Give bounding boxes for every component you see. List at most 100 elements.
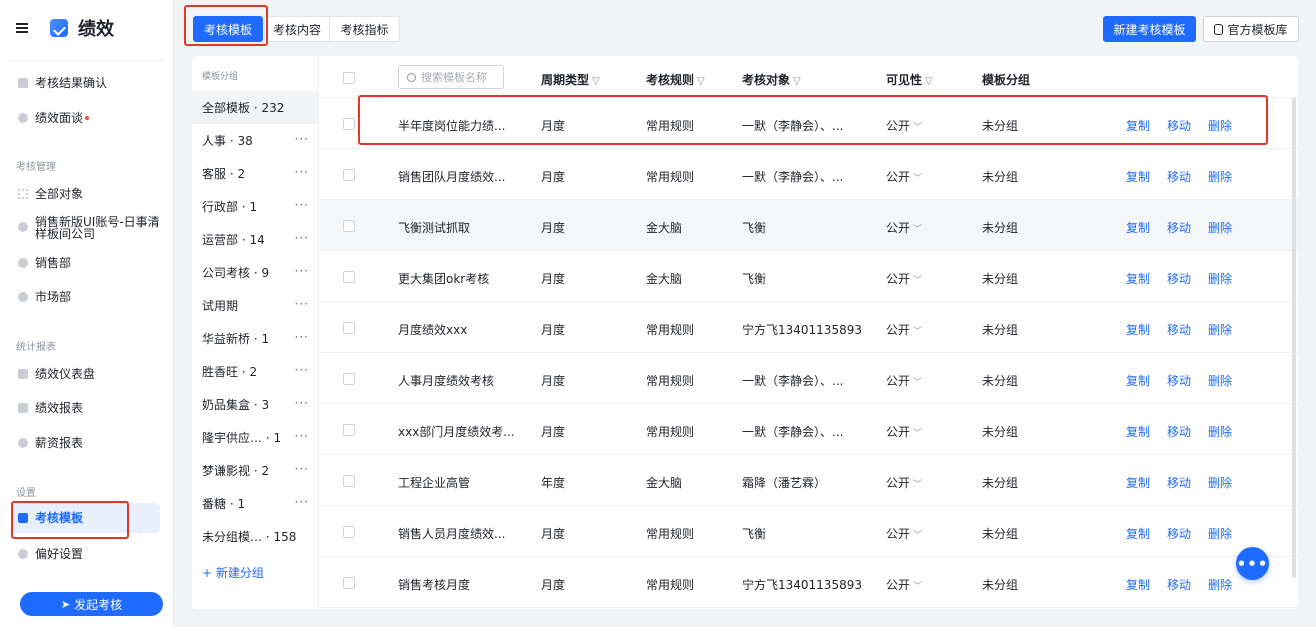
move-button[interactable]: 移动 <box>1167 168 1191 185</box>
row-checkbox[interactable] <box>343 526 355 538</box>
tab-templates[interactable]: 考核模板 <box>193 16 263 42</box>
table-row[interactable]: 月度绩效xxx 月度 常用规则 宁方飞13401135893 公开 ﹀ 未分组 复制 移动 删除 <box>320 302 1298 353</box>
column-header-target[interactable]: 考核对象 ▽ <box>742 71 801 88</box>
more-icon[interactable]: ··· <box>295 132 309 146</box>
filter-icon[interactable]: ▽ <box>925 76 933 87</box>
table-row[interactable]: 销售考核月度 月度 常用规则 宁方飞13401135893 公开 ﹀ 未分组 复制 移动 删除 <box>320 557 1298 608</box>
filter-icon[interactable]: ▽ <box>592 76 600 87</box>
sidebar-item-sales-dept[interactable]: 销售部 <box>0 248 174 278</box>
cell-visibility[interactable]: 公开 ﹀ <box>886 270 922 287</box>
more-icon[interactable]: ··· <box>295 165 309 179</box>
copy-button[interactable]: 复制 <box>1126 525 1150 542</box>
row-checkbox[interactable] <box>343 271 355 283</box>
delete-button[interactable]: 删除 <box>1208 168 1232 185</box>
group-item[interactable]: 隆宇供应… · 1 ··· <box>192 421 319 454</box>
group-item[interactable]: 全部模板 · 232 <box>192 91 319 124</box>
filter-icon[interactable]: ▽ <box>793 76 801 87</box>
launch-review-button[interactable]: ➤ 发起考核 <box>20 592 163 616</box>
more-icon[interactable]: ··· <box>295 429 309 443</box>
row-checkbox[interactable] <box>343 220 355 232</box>
more-icon[interactable]: ··· <box>295 363 309 377</box>
cell-visibility[interactable]: 公开 ﹀ <box>886 474 922 491</box>
copy-button[interactable]: 复制 <box>1126 270 1150 287</box>
sidebar-item-marketing[interactable]: 市场部 <box>0 282 174 312</box>
delete-button[interactable]: 删除 <box>1208 321 1232 338</box>
move-button[interactable]: 移动 <box>1167 117 1191 134</box>
cell-visibility[interactable]: 公开 ﹀ <box>886 219 922 236</box>
more-icon[interactable]: ··· <box>295 396 309 410</box>
row-checkbox[interactable] <box>343 322 355 334</box>
delete-button[interactable]: 删除 <box>1208 474 1232 491</box>
group-item[interactable]: 客服 · 2 ··· <box>192 157 319 190</box>
sidebar-item-sales-ui-account[interactable]: 销售新版UI账号-日事清 样板间公司 <box>0 213 174 245</box>
sidebar-item-dashboard[interactable]: 绩效仪表盘 <box>0 359 174 389</box>
copy-button[interactable]: 复制 <box>1126 423 1150 440</box>
sidebar-item-salary[interactable]: 薪资报表 <box>0 428 174 458</box>
table-row[interactable]: 工程企业高管 年度 金大脑 霜降（潘艺霖） 公开 ﹀ 未分组 复制 移动 删除 <box>320 455 1298 506</box>
delete-button[interactable]: 删除 <box>1208 423 1232 440</box>
row-checkbox[interactable] <box>343 118 355 130</box>
delete-button[interactable]: 删除 <box>1208 219 1232 236</box>
table-row[interactable]: 半年度岗位能力绩... 月度 常用规则 一默（李静会）、... 公开 ﹀ 未分组 复制 移动 删除 <box>320 98 1298 149</box>
column-header-rule[interactable]: 考核规则 ▽ <box>646 71 705 88</box>
delete-button[interactable]: 删除 <box>1208 525 1232 542</box>
scrollbar[interactable] <box>1292 98 1296 578</box>
table-row[interactable]: xxx部门月度绩效考... 月度 常用规则 一默（李静会）、... 公开 ﹀ 未分组 复制 移动… <box>320 404 1298 455</box>
sidebar-item-all-targets[interactable]: 全部对象 <box>0 179 174 209</box>
cell-visibility[interactable]: 公开 ﹀ <box>886 321 922 338</box>
table-row[interactable]: 飞衡测试抓取 月度 金大脑 飞衡 公开 ﹀ 未分组 复制 移动 删除 <box>320 200 1298 251</box>
column-header-visibility[interactable]: 可见性 ▽ <box>886 71 933 88</box>
cell-visibility[interactable]: 公开 ﹀ <box>886 576 922 593</box>
cell-visibility[interactable]: 公开 ﹀ <box>886 525 922 542</box>
move-button[interactable]: 移动 <box>1167 321 1191 338</box>
more-icon[interactable]: ··· <box>295 297 309 311</box>
cell-visibility[interactable]: 公开 ﹀ <box>886 372 922 389</box>
menu-icon[interactable] <box>16 23 28 33</box>
move-button[interactable]: 移动 <box>1167 219 1191 236</box>
sidebar-item-report[interactable]: 绩效报表 <box>0 393 174 423</box>
table-row[interactable]: 销售团队月度绩效... 月度 常用规则 一默（李静会）、... 公开 ﹀ 未分组 复制 移动 删除 <box>320 149 1298 200</box>
move-button[interactable]: 移动 <box>1167 576 1191 593</box>
row-checkbox[interactable] <box>343 577 355 589</box>
group-item[interactable]: 运营部 · 14 ··· <box>192 223 319 256</box>
move-button[interactable]: 移动 <box>1167 372 1191 389</box>
move-button[interactable]: 移动 <box>1167 423 1191 440</box>
search-input[interactable] <box>421 70 501 84</box>
new-group-button[interactable]: + 新建分组 <box>202 564 264 581</box>
cell-visibility[interactable]: 公开 ﹀ <box>886 168 922 185</box>
new-template-button[interactable]: 新建考核模板 <box>1103 16 1196 42</box>
more-icon[interactable]: ··· <box>295 264 309 278</box>
copy-button[interactable]: 复制 <box>1126 117 1150 134</box>
copy-button[interactable]: 复制 <box>1126 219 1150 236</box>
move-button[interactable]: 移动 <box>1167 270 1191 287</box>
more-fab-button[interactable]: ••• <box>1236 547 1269 580</box>
move-button[interactable]: 移动 <box>1167 525 1191 542</box>
select-all-checkbox[interactable] <box>343 72 355 84</box>
filter-icon[interactable]: ▽ <box>697 76 705 87</box>
sidebar-item-templates[interactable]: 考核模板 <box>12 503 160 533</box>
group-item[interactable]: 行政部 · 1 ··· <box>192 190 319 223</box>
row-checkbox[interactable] <box>343 373 355 385</box>
column-header-period[interactable]: 周期类型 ▽ <box>541 71 600 88</box>
sidebar-item-interview[interactable]: 绩效面谈 <box>0 103 174 133</box>
more-icon[interactable]: ··· <box>295 495 309 509</box>
row-checkbox[interactable] <box>343 169 355 181</box>
copy-button[interactable]: 复制 <box>1126 576 1150 593</box>
row-checkbox[interactable] <box>343 424 355 436</box>
group-item[interactable]: 梦谦影视 · 2 ··· <box>192 454 319 487</box>
row-checkbox[interactable] <box>343 475 355 487</box>
move-button[interactable]: 移动 <box>1167 474 1191 491</box>
group-item[interactable]: 试用期 ··· <box>192 289 319 322</box>
group-item[interactable]: 奶品集盒 · 3 ··· <box>192 388 319 421</box>
table-row[interactable]: 人事月度绩效考核 月度 常用规则 一默（李静会）、... 公开 ﹀ 未分组 复制 移动 删除 <box>320 353 1298 404</box>
copy-button[interactable]: 复制 <box>1126 474 1150 491</box>
delete-button[interactable]: 删除 <box>1208 372 1232 389</box>
tab-content[interactable]: 考核内容 <box>264 16 330 42</box>
copy-button[interactable]: 复制 <box>1126 372 1150 389</box>
tab-indicators[interactable]: 考核指标 <box>330 16 400 42</box>
group-item[interactable]: 人事 · 38 ··· <box>192 124 319 157</box>
copy-button[interactable]: 复制 <box>1126 168 1150 185</box>
group-item[interactable]: 胜香旺 · 2 ··· <box>192 355 319 388</box>
sidebar-item-preferences[interactable]: 偏好设置 <box>0 539 174 569</box>
search-input-wrapper[interactable] <box>398 65 504 89</box>
